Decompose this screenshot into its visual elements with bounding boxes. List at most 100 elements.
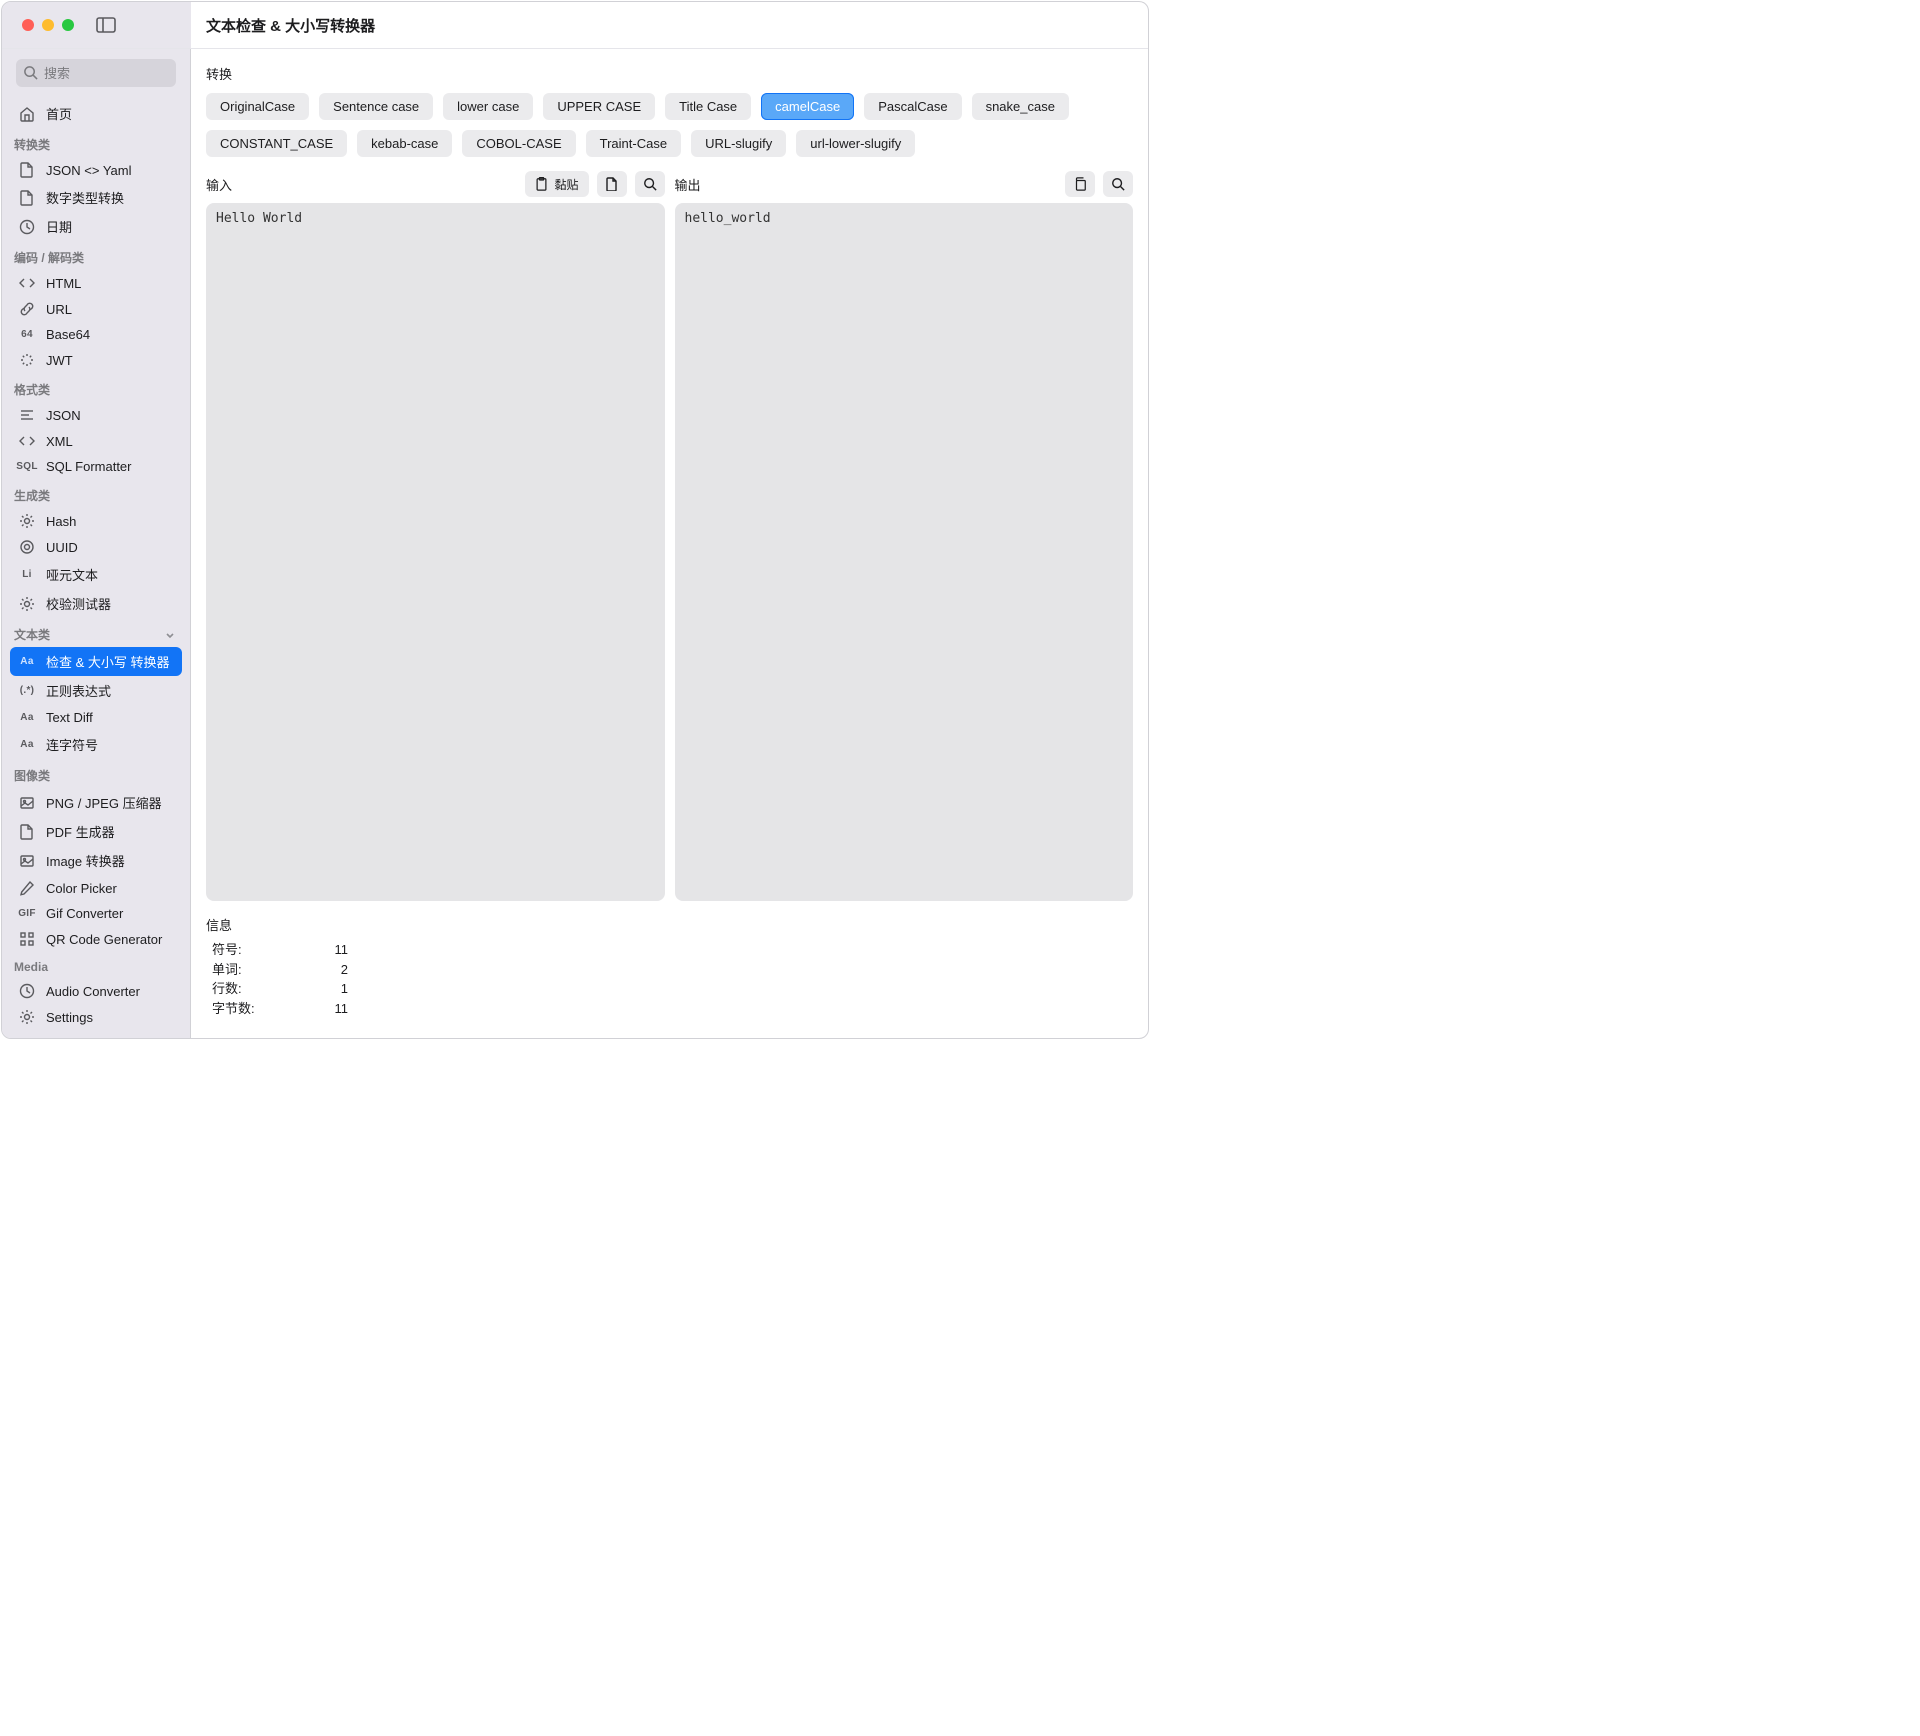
sidebar-item[interactable]: QR Code Generator [10, 926, 182, 952]
info-section: 信息 符号:11单词:2行数:1字节数:11 [206, 915, 1133, 1018]
sidebar-item-label: JSON [46, 408, 81, 423]
sidebar-item[interactable]: JSON [10, 402, 182, 428]
sidebar-item[interactable]: Hash [10, 508, 182, 534]
sidebar-item[interactable]: XML [10, 428, 182, 454]
sidebar-item-icon [18, 352, 36, 368]
sidebar-item[interactable]: 校验测试器 [10, 589, 182, 618]
sidebar-item[interactable]: Aa 检查 & 大小写 转换器 [10, 647, 182, 676]
chevron-down-icon [164, 629, 176, 641]
sidebar-section-header: Media [10, 952, 182, 978]
sidebar-toggle-button[interactable] [96, 17, 116, 33]
sidebar-item-icon: 64 [18, 329, 36, 340]
sidebar-item-label: HTML [46, 276, 81, 291]
case-pill[interactable]: PascalCase [864, 93, 961, 120]
sidebar-item-icon [18, 983, 36, 999]
case-pill[interactable]: OriginalCase [206, 93, 309, 120]
page-title: 文本检查 & 大小写转换器 [191, 15, 375, 36]
minimize-button[interactable] [42, 19, 54, 31]
sidebar-item-label: Audio Converter [46, 984, 140, 999]
case-pill[interactable]: Traint-Case [586, 130, 681, 157]
sidebar-item-icon: Aa [18, 656, 36, 667]
info-row: 行数:1 [212, 979, 1133, 999]
sidebar-item[interactable]: SQL SQL Formatter [10, 454, 182, 479]
case-pill[interactable]: CONSTANT_CASE [206, 130, 347, 157]
sidebar-section-header: 格式类 [10, 373, 182, 402]
input-header: 输入 黏贴 [206, 171, 665, 197]
case-pill[interactable]: url-lower-slugify [796, 130, 915, 157]
case-pill[interactable]: camelCase [761, 93, 854, 120]
sidebar-item-icon [18, 219, 36, 235]
sidebar-item-label: JSON <> Yaml [46, 163, 132, 178]
clipboard-icon [535, 177, 548, 191]
sidebar-item[interactable]: Color Picker [10, 875, 182, 901]
sidebar-section-header: 编码 / 解码类 [10, 241, 182, 270]
sidebar-item-home[interactable]: 首页 [10, 99, 182, 128]
sidebar-item-icon: SQL [18, 461, 36, 472]
output-search-button[interactable] [1103, 171, 1133, 197]
sidebar-item[interactable]: Settings [10, 1004, 182, 1030]
case-pill[interactable]: snake_case [972, 93, 1069, 120]
sidebar-item-icon [18, 596, 36, 612]
sidebar-item[interactable]: JWT [10, 347, 182, 373]
sidebar-item-icon: GIF [18, 908, 36, 919]
sidebar-item[interactable]: HTML [10, 270, 182, 296]
sidebar-item[interactable]: PNG / JPEG 压缩器 [10, 788, 182, 817]
sidebar-item-label: URL [46, 302, 72, 317]
sidebar-item-icon [18, 931, 36, 947]
sidebar-item[interactable]: UUID [10, 534, 182, 560]
copy-output-button[interactable] [1065, 171, 1095, 197]
sidebar-section-header[interactable]: 文本类 [10, 618, 182, 647]
paste-button[interactable]: 黏贴 [525, 171, 588, 197]
info-label: 信息 [206, 915, 1133, 934]
sidebar-item[interactable]: Aa连字符号 [10, 730, 182, 759]
sidebar-item[interactable]: JSON <> Yaml [10, 157, 182, 183]
case-pill[interactable]: Sentence case [319, 93, 433, 120]
sidebar-item-label: QR Code Generator [46, 932, 162, 947]
zoom-button[interactable] [62, 19, 74, 31]
sidebar-item-label: PNG / JPEG 压缩器 [46, 793, 162, 812]
sidebar-item-label: UUID [46, 540, 78, 555]
sidebar-item[interactable]: 日期 [10, 212, 182, 241]
sidebar-item[interactable]: URL [10, 296, 182, 322]
sidebar-item-label: Gif Converter [46, 906, 123, 921]
case-pill[interactable]: UPPER CASE [543, 93, 655, 120]
convert-label: 转换 [206, 64, 1133, 83]
search-box [16, 59, 176, 87]
output-label: 输出 [675, 175, 701, 194]
sidebar-item-icon [18, 433, 36, 449]
app-window: 文本检查 & 大小写转换器 首页 转换类 JSON <> Yaml 数字类型转换日期… [1, 1, 1149, 1039]
sidebar-item-icon: (.*) [18, 685, 36, 696]
home-icon [18, 106, 36, 122]
sidebar-item[interactable]: Li哑元文本 [10, 560, 182, 589]
sidebar-item[interactable]: Audio Converter [10, 978, 182, 1004]
sidebar-item[interactable]: PDF 生成器 [10, 817, 182, 846]
input-search-button[interactable] [635, 171, 665, 197]
sidebar-item-label: 日期 [46, 217, 72, 236]
sidebar-item-label: 检查 & 大小写 转换器 [46, 652, 170, 671]
case-pill[interactable]: lower case [443, 93, 533, 120]
sidebar-item-icon [18, 795, 36, 811]
info-row: 单词:2 [212, 960, 1133, 980]
sidebar-item[interactable]: AaText Diff [10, 705, 182, 730]
sidebar-item[interactable]: Image 转换器 [10, 846, 182, 875]
case-pill[interactable]: kebab-case [357, 130, 452, 157]
sidebar-item[interactable]: (.*)正则表达式 [10, 676, 182, 705]
input-textarea[interactable]: Hello World [206, 203, 665, 901]
sidebar-item[interactable]: GIF Gif Converter [10, 901, 182, 926]
case-pill[interactable]: URL-slugify [691, 130, 786, 157]
sidebar-item-label: SQL Formatter [46, 459, 131, 474]
file-icon [606, 177, 618, 191]
sidebar-item[interactable]: 数字类型转换 [10, 183, 182, 212]
sidebar-item[interactable]: 64Base64 [10, 322, 182, 347]
case-pill[interactable]: Title Case [665, 93, 751, 120]
sidebar: 首页 转换类 JSON <> Yaml 数字类型转换日期编码 / 解码类 HTML UR… [2, 49, 191, 1038]
open-file-button[interactable] [597, 171, 627, 197]
sidebar-section-header: 转换类 [10, 128, 182, 157]
search-input[interactable] [16, 59, 176, 87]
info-row: 符号:11 [212, 940, 1133, 960]
sidebar-item-icon [18, 1009, 36, 1025]
sidebar-item-label: 连字符号 [46, 735, 98, 754]
close-button[interactable] [22, 19, 34, 31]
sidebar-item-label: 校验测试器 [46, 594, 111, 613]
case-pill[interactable]: COBOL-CASE [462, 130, 575, 157]
